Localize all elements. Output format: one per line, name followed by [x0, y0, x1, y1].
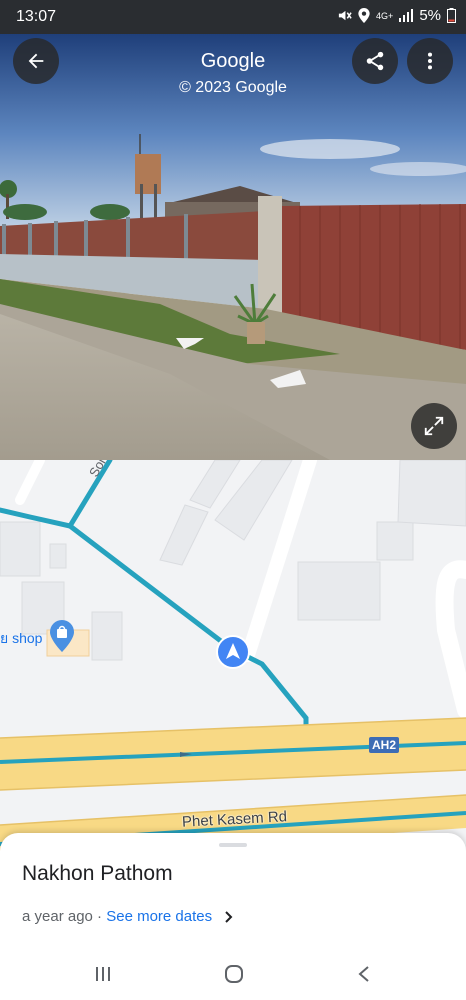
- poi-label[interactable]: ย shop: [0, 628, 42, 650]
- status-bar: 13:07 4G+ 5%: [0, 0, 466, 34]
- place-title: Nakhon Pathom: [22, 862, 173, 885]
- shopping-bag-pin-icon: [50, 620, 74, 652]
- sheet-drag-handle[interactable]: [219, 843, 247, 847]
- navigation-arrow-icon: [216, 635, 250, 669]
- location-icon: [358, 8, 370, 23]
- street-view-scene: [0, 34, 466, 460]
- expand-icon: [424, 416, 444, 436]
- battery-percent: 5%: [419, 7, 441, 24]
- current-position-marker[interactable]: [216, 635, 250, 674]
- system-nav-bar: [0, 955, 466, 1000]
- signal-icon: [399, 9, 414, 22]
- status-icons: 4G+ 5%: [337, 7, 456, 24]
- shop-marker[interactable]: [50, 620, 74, 657]
- fullscreen-button[interactable]: [411, 403, 457, 449]
- mute-icon: [338, 10, 352, 21]
- capture-date: a year ago ·: [22, 908, 107, 925]
- capture-date-line: a year ago · See more dates: [22, 908, 236, 925]
- chevron-right-icon[interactable]: [220, 909, 236, 925]
- recent-apps-icon[interactable]: [94, 965, 112, 983]
- status-time: 13:07: [16, 8, 57, 25]
- see-more-dates-link[interactable]: See more dates: [106, 908, 212, 925]
- network-type: 4G+: [376, 10, 394, 21]
- street-view-title: Google: [200, 50, 266, 72]
- street-view-panorama[interactable]: [0, 34, 466, 460]
- battery-icon: [447, 8, 456, 23]
- home-icon[interactable]: [224, 964, 244, 984]
- back-nav-icon[interactable]: [356, 965, 372, 983]
- map-view[interactable]: Soi ch ย shop AH2 Phet Kasem Rd: [0, 460, 466, 860]
- street-view-copyright: © 2023 Google: [179, 79, 287, 96]
- highway-shield: AH2: [369, 737, 400, 753]
